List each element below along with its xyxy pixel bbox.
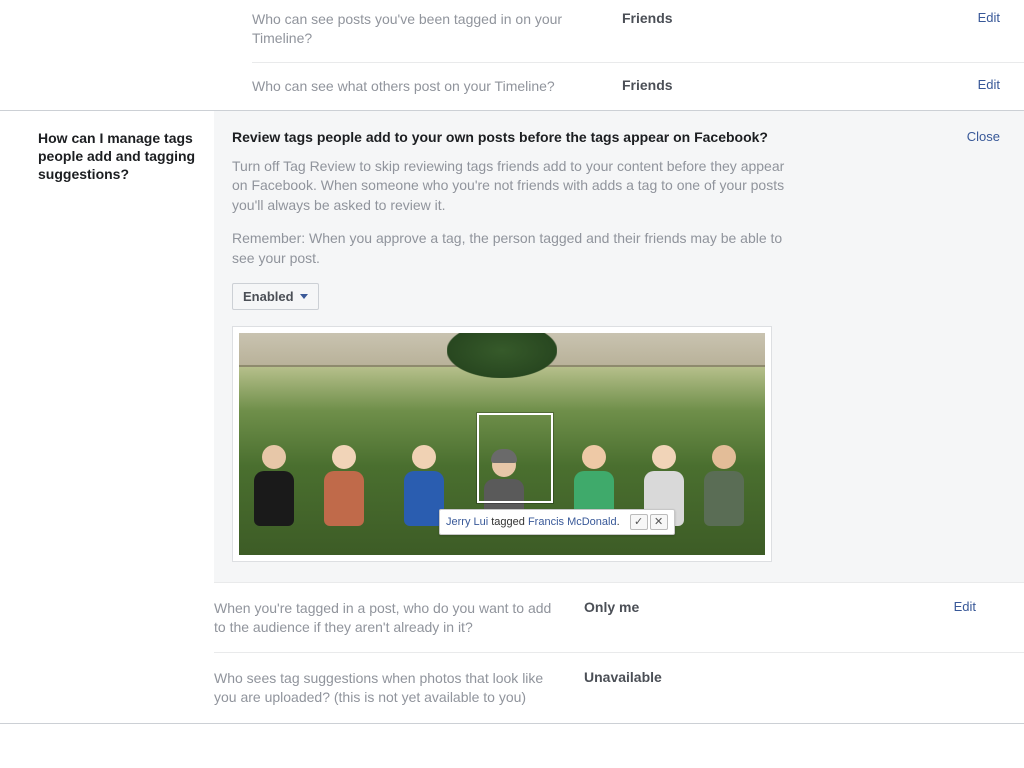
tagger-name[interactable]: Jerry Lui bbox=[446, 516, 488, 528]
setting-row-tagged-audience: When you're tagged in a post, who do you… bbox=[214, 582, 1024, 653]
tagged-name[interactable]: Francis McDonald bbox=[528, 516, 617, 528]
face-tag-frame bbox=[477, 413, 553, 503]
tag-popup-end: . bbox=[617, 516, 620, 528]
tag-review-dropdown[interactable]: Enabled bbox=[232, 283, 319, 310]
setting-value: Friends bbox=[622, 77, 882, 93]
setting-label: Who can see what others post on your Tim… bbox=[252, 77, 622, 96]
setting-label: When you're tagged in a post, who do you… bbox=[214, 599, 584, 637]
setting-row-tag-suggestions: Who sees tag suggestions when photos tha… bbox=[214, 652, 1024, 723]
setting-value: Unavailable bbox=[584, 669, 844, 685]
setting-label: Who sees tag suggestions when photos tha… bbox=[214, 669, 584, 707]
expanded-body: Close Review tags people add to your own… bbox=[214, 111, 1024, 724]
reject-tag-button[interactable]: ✕ bbox=[650, 514, 668, 530]
timeline-visibility-section: Who can see posts you've been tagged in … bbox=[0, 0, 1024, 110]
edit-link[interactable]: Edit bbox=[978, 10, 1000, 25]
edit-link[interactable]: Edit bbox=[978, 77, 1000, 92]
approve-tag-button[interactable]: ✓ bbox=[630, 514, 648, 530]
dropdown-value: Enabled bbox=[243, 289, 294, 304]
tag-popup-middle: tagged bbox=[488, 516, 528, 528]
panel-title: Review tags people add to your own posts… bbox=[232, 129, 1000, 145]
tag-review-example-image: Jerry Lui tagged Francis McDonald. ✓ ✕ bbox=[232, 326, 772, 562]
panel-description-1: Turn off Tag Review to skip reviewing ta… bbox=[232, 157, 792, 216]
edit-link[interactable]: Edit bbox=[954, 599, 976, 614]
setting-value: Only me bbox=[584, 599, 844, 615]
tag-sub-settings: When you're tagged in a post, who do you… bbox=[214, 582, 1024, 724]
close-link[interactable]: Close bbox=[967, 129, 1000, 144]
example-scene: Jerry Lui tagged Francis McDonald. ✓ ✕ bbox=[239, 333, 765, 555]
setting-value: Friends bbox=[622, 10, 882, 26]
setting-row-others-post: Who can see what others post on your Tim… bbox=[252, 62, 1024, 110]
setting-action: Edit bbox=[882, 10, 1024, 25]
panel-description-2: Remember: When you approve a tag, the pe… bbox=[232, 229, 792, 268]
tag-review-panel: Close Review tags people add to your own… bbox=[214, 111, 1024, 582]
setting-row-tagged-posts: Who can see posts you've been tagged in … bbox=[252, 0, 1024, 62]
tag-popup: Jerry Lui tagged Francis McDonald. ✓ ✕ bbox=[439, 509, 675, 535]
chevron-down-icon bbox=[300, 294, 308, 299]
setting-action: Edit bbox=[844, 599, 1000, 614]
settings-container: Who can see posts you've been tagged in … bbox=[0, 0, 1024, 724]
manage-tags-section: How can I manage tags people add and tag… bbox=[0, 110, 1024, 725]
setting-label: Who can see posts you've been tagged in … bbox=[252, 10, 622, 48]
section-heading: How can I manage tags people add and tag… bbox=[0, 111, 214, 724]
setting-action: Edit bbox=[882, 77, 1024, 92]
